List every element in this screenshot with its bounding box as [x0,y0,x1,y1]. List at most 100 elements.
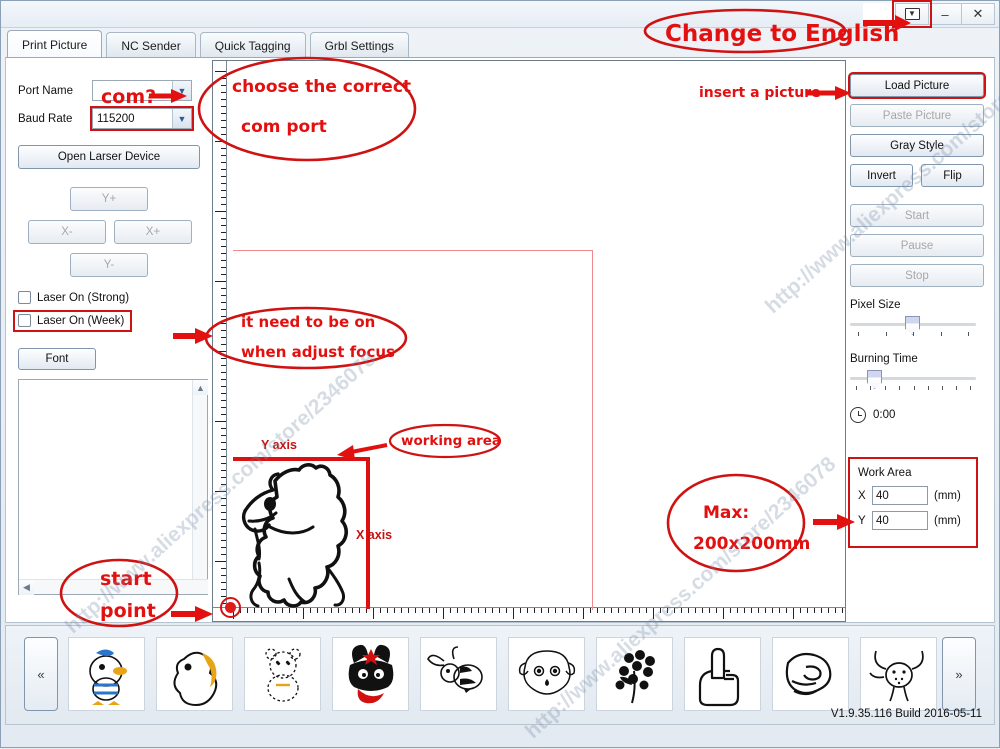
laser-strong-checkbox[interactable] [18,291,31,304]
laser-week-checkbox-row[interactable]: Laser On (Week) [12,310,133,332]
window-controls: ▼ – ✕ [892,0,995,28]
pixel-size-slider[interactable] [850,315,976,341]
work-area-x-row: X 40 (mm) [858,486,970,505]
laser-week-label: Laser On (Week) [37,314,125,327]
tab-grbl-settings[interactable]: Grbl Settings [309,32,409,59]
button-label: Load Picture [884,79,950,92]
tab-label: NC Sender [121,39,181,53]
scroll-left-icon[interactable]: ◀ [19,580,34,595]
button-label: Y+ [101,193,117,205]
work-area-title: Work Area [858,467,912,479]
tab-print-picture[interactable]: Print Picture [7,30,103,59]
work-area-x-unit: (mm) [934,489,961,502]
thumbnail-list [68,637,937,711]
button-label: Open Larser Device [57,151,161,163]
laser-strong-checkbox-row[interactable]: Laser On (Strong) [18,291,210,304]
jog-x-plus-button[interactable]: X+ [114,220,192,244]
pause-button[interactable]: Pause [850,234,984,257]
jog-y-minus-button[interactable]: Y- [70,253,148,277]
thumbnail-pointing-hand[interactable] [772,637,849,711]
minimize-button[interactable]: – [928,3,962,25]
jog-x-minus-button[interactable]: X- [28,220,106,244]
burning-time-label: Burning Time [850,353,918,365]
thumbnail-bee[interactable] [420,637,497,711]
port-name-select[interactable]: ▼ [92,80,192,101]
thumbnails-prev-button[interactable]: « [24,637,58,711]
title-bar: ▼ – ✕ [1,0,999,28]
work-area-group: Work Area X 40 (mm) Y 40 (mm) [848,457,978,548]
language-dropdown-button[interactable]: ▼ [892,0,932,28]
language-dropdown-icon: ▼ [904,8,920,20]
jog-controls: Y+ X- X+ Y- [18,187,200,283]
laser-week-checkbox[interactable] [18,314,31,327]
baud-rate-row: Baud Rate 115200 ▼ [18,106,210,131]
y-axis-line [233,457,370,461]
work-area-x-value: 40 [876,489,889,502]
close-icon: ✕ [972,6,984,21]
start-point-highlight [220,597,241,618]
text-input-area[interactable]: ▲ ▼ ◀ [18,379,208,595]
thumbnail-bull[interactable] [860,637,937,711]
application-window: ▼ – ✕ Print Picture NC Sender Quick Tagg… [0,0,1000,748]
thumbnail-sheep[interactable] [508,637,585,711]
thumbnail-rabbit-hat[interactable] [332,637,409,711]
scroll-up-icon[interactable]: ▲ [193,380,208,395]
flip-button[interactable]: Flip [921,164,984,187]
picture-canvas[interactable]: Y axis X axis [212,60,846,622]
gray-style-button[interactable]: Gray Style [850,134,984,157]
font-button[interactable]: Font [18,348,96,370]
stop-button[interactable]: Stop [850,264,984,287]
thumbnail-horse[interactable] [156,637,233,711]
paste-picture-button[interactable]: Paste Picture [850,104,984,127]
text-area-vertical-scrollbar[interactable]: ▲ ▼ [192,380,208,594]
burning-time-slider[interactable] [850,369,976,395]
tab-nc-sender[interactable]: NC Sender [106,32,196,59]
thumbnails-next-button[interactable]: » [942,637,976,711]
baud-rate-label: Baud Rate [18,112,73,125]
chevron-down-icon[interactable]: ▼ [172,109,191,128]
button-label: Flip [943,169,962,182]
laser-strong-label: Laser On (Strong) [37,291,130,304]
tab-quick-tagging[interactable]: Quick Tagging [199,32,306,59]
right-control-panel: Load Picture Paste Picture Gray Style In… [848,72,986,548]
elapsed-time-value: 0:00 [873,409,896,421]
open-laser-device-button[interactable]: Open Larser Device [18,145,200,169]
invert-button[interactable]: Invert [850,164,913,187]
thumbnail-hand-finger[interactable] [684,637,761,711]
baud-rate-value: 115200 [97,112,135,125]
button-label: Gray Style [890,139,944,152]
tab-panel-print-picture: Port Name ▼ Baud Rate 115200 ▼ Open Lars… [5,57,995,623]
button-label: Pause [900,239,934,252]
chevron-down-icon[interactable]: ▼ [172,81,191,100]
port-name-row: Port Name ▼ [18,80,210,101]
button-label: X- [61,226,73,238]
start-button[interactable]: Start [850,204,984,227]
clock-icon [850,407,866,423]
work-area-x-input[interactable]: 40 [872,486,928,505]
button-label: Stop [905,269,929,282]
tab-label: Grbl Settings [324,39,394,53]
thumbnail-bear[interactable] [244,637,321,711]
work-area-y-row: Y 40 (mm) [858,511,970,530]
tab-label: Quick Tagging [214,39,291,53]
button-label: Paste Picture [882,109,952,122]
thumbnail-flower[interactable] [596,637,673,711]
button-label: Font [45,353,69,365]
elapsed-time-row: 0:00 [850,407,986,423]
tab-bar: Print Picture NC Sender Quick Tagging Gr… [7,29,413,59]
port-name-label: Port Name [18,84,73,97]
close-button[interactable]: ✕ [961,3,995,25]
work-area-y-input[interactable]: 40 [872,511,928,530]
button-label: Start [904,209,930,222]
text-area-horizontal-scrollbar[interactable]: ◀ [19,579,208,595]
axis-marker [233,457,370,609]
load-picture-button[interactable]: Load Picture [848,72,986,99]
y-axis-label: Y axis [261,438,297,452]
x-axis-label: X axis [356,528,393,542]
thumbnail-duck[interactable] [68,637,145,711]
button-label: Invert [867,169,896,182]
jog-y-plus-button[interactable]: Y+ [70,187,148,211]
work-area-y-value: 40 [876,514,889,527]
left-control-panel: Port Name ▼ Baud Rate 115200 ▼ Open Lars… [12,80,210,595]
baud-rate-select[interactable]: 115200 ▼ [90,106,194,131]
